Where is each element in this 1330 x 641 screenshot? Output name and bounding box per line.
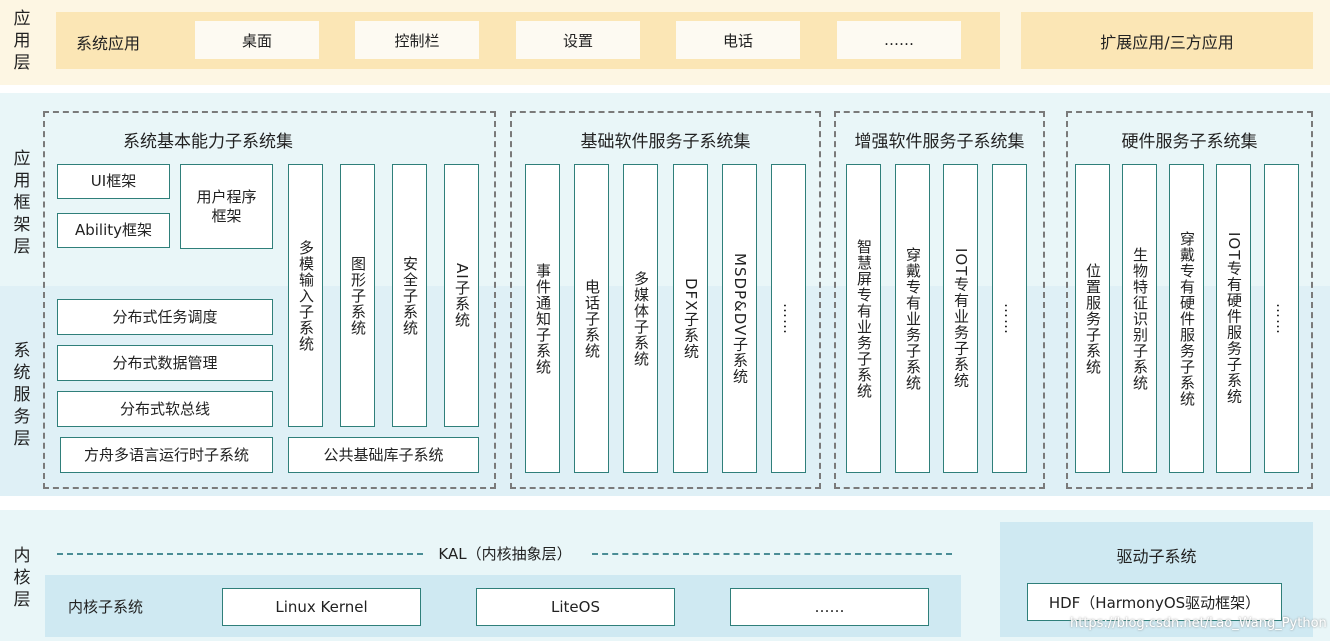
- group-software-title: 基础软件服务子系统集: [580, 132, 751, 152]
- location-label: 位置服务子系统: [1084, 262, 1102, 375]
- iot-business-label: IOT专有业务子系统: [952, 248, 970, 389]
- software-more-label: ……: [780, 302, 798, 335]
- dfx-label: DFX子系统: [682, 277, 700, 360]
- event-notification-subsystem: 事件通知子系统: [525, 164, 560, 473]
- event-notification-label: 事件通知子系统: [534, 262, 552, 375]
- ai-subsystem: AI子系统: [444, 164, 479, 427]
- telephony-subsystem: 电话子系统: [574, 164, 609, 473]
- graphics-label: 图形子系统: [349, 255, 367, 336]
- layer-label-framework: 应用框架层: [13, 149, 31, 257]
- kal-label: KAL（内核抽象层）: [438, 545, 572, 563]
- graphics-subsystem: 图形子系统: [340, 164, 375, 427]
- multimodal-input-label: 多模输入子系统: [297, 239, 315, 352]
- app-settings: 设置: [516, 21, 640, 59]
- group-enhanced-title: 增强软件服务子系统集: [854, 132, 1025, 152]
- msdp-dv-label: MSDP&DV子系统: [731, 252, 749, 385]
- enhanced-more: ……: [992, 164, 1027, 473]
- app-more: ……: [837, 21, 961, 59]
- common-base-library-subsystem: 公共基础库子系统: [288, 437, 479, 473]
- liteos-kernel: LiteOS: [476, 588, 675, 626]
- location-subsystem: 位置服务子系统: [1075, 164, 1110, 473]
- app-desktop: 桌面: [195, 21, 319, 59]
- multimedia-label: 多媒体子系统: [632, 270, 650, 367]
- dfx-subsystem: DFX子系统: [673, 164, 708, 473]
- multimodal-input-subsystem: 多模输入子系统: [288, 164, 323, 427]
- driver-subsystem-label: 驱动子系统: [1116, 547, 1197, 566]
- iot-business-subsystem: IOT专有业务子系统: [943, 164, 978, 473]
- biometrics-label: 生物特征识别子系统: [1131, 246, 1149, 391]
- linux-kernel: Linux Kernel: [222, 588, 421, 626]
- app-control-bar: 控制栏: [355, 21, 479, 59]
- security-label: 安全子系统: [401, 255, 419, 336]
- watermark: https://blog.csdn.net/Lao_Wang_Python: [1070, 616, 1327, 631]
- kal-dashed-line-left: [57, 553, 423, 555]
- wearable-business-label: 穿戴专有业务子系统: [904, 246, 922, 391]
- biometrics-subsystem: 生物特征识别子系统: [1122, 164, 1157, 473]
- iot-hardware-label: IOT专有硬件服务子系统: [1225, 232, 1243, 405]
- smart-screen-subsystem: 智慧屏专有业务子系统: [846, 164, 881, 473]
- wearable-business-subsystem: 穿戴专有业务子系统: [895, 164, 930, 473]
- kal-dashed-line-right: [592, 553, 952, 555]
- hardware-more: ……: [1264, 164, 1299, 473]
- msdp-dv-subsystem: MSDP&DV子系统: [722, 164, 757, 473]
- multimedia-subsystem: 多媒体子系统: [623, 164, 658, 473]
- ai-label: AI子系统: [453, 263, 471, 328]
- app-phone: 电话: [676, 21, 800, 59]
- ext-apps-panel: 扩展应用/三方应用: [1021, 12, 1313, 69]
- wearable-hardware-subsystem: 穿戴专有硬件服务子系统: [1169, 164, 1204, 473]
- distributed-task-scheduling: 分布式任务调度: [57, 299, 273, 335]
- layer-label-kernel: 内核层: [13, 546, 31, 610]
- kernel-subsystem-label: 内核子系统: [68, 598, 144, 616]
- telephony-label: 电话子系统: [583, 278, 601, 359]
- group-hardware-title: 硬件服务子系统集: [1121, 132, 1258, 152]
- user-program-framework: 用户程序框架: [180, 164, 273, 249]
- hardware-more-label: ……: [1273, 302, 1291, 335]
- distributed-data-management: 分布式数据管理: [57, 345, 273, 381]
- smart-screen-label: 智慧屏专有业务子系统: [855, 238, 873, 399]
- ui-framework: UI框架: [57, 164, 170, 199]
- kernel-more: ……: [730, 588, 929, 626]
- group-basic-title: 系统基本能力子系统集: [123, 132, 293, 152]
- distributed-soft-bus: 分布式软总线: [57, 391, 273, 427]
- security-subsystem: 安全子系统: [392, 164, 427, 427]
- software-more: ……: [771, 164, 806, 473]
- wearable-hardware-label: 穿戴专有硬件服务子系统: [1178, 230, 1196, 407]
- enhanced-more-label: ……: [1001, 302, 1019, 335]
- layer-label-app: 应用层: [13, 9, 31, 73]
- ark-runtime-subsystem: 方舟多语言运行时子系统: [60, 437, 273, 473]
- ability-framework: Ability框架: [57, 213, 170, 248]
- iot-hardware-subsystem: IOT专有硬件服务子系统: [1216, 164, 1251, 473]
- system-apps-label: 系统应用: [76, 34, 141, 53]
- layer-label-service: 系统服务层: [13, 341, 31, 449]
